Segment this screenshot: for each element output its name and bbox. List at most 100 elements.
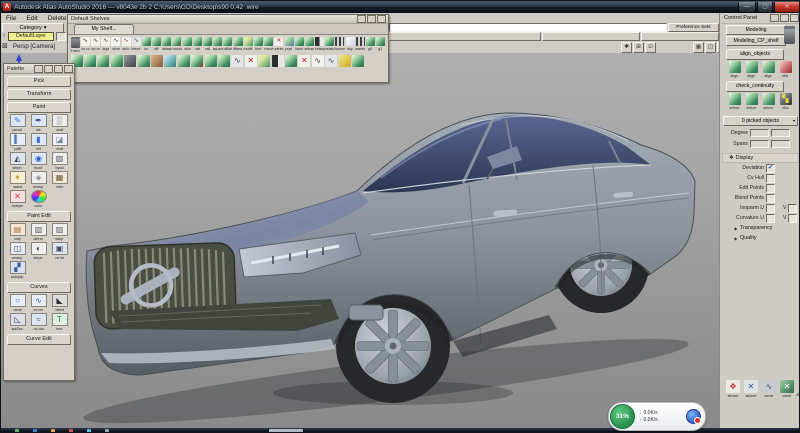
cp-shelf-dropdown[interactable]: Modeling_CP_shelf <box>726 36 786 46</box>
palette-tab-paint-edit[interactable]: Paint Edit <box>7 211 71 222</box>
display-section-header[interactable]: ❖ Display <box>722 153 799 163</box>
layer-scroll-left-icon[interactable]: ‹ <box>1 32 7 41</box>
field-input-degree-u[interactable] <box>750 129 769 137</box>
palette-tool-color[interactable]: color <box>28 190 49 209</box>
shelf-tool-off[interactable]: off <box>152 37 162 53</box>
taskbar-icon-0[interactable] <box>15 429 19 433</box>
shelf-tool-row2-1[interactable] <box>83 55 96 67</box>
shelf-tool-dupl[interactable]: ∿dupl <box>101 37 111 53</box>
viewport-window-icon[interactable]: ⊠ <box>2 43 8 51</box>
viewport-toolbar-button-2[interactable]: ⊡ <box>645 42 656 53</box>
downloader-icon[interactable] <box>686 409 701 424</box>
palette-tool-shrpn[interactable]: ◭shrpn <box>7 152 28 171</box>
shelf-tool-row2-19[interactable]: ∿ <box>324 55 337 67</box>
cp-bottom-tool-csedt[interactable]: ✕csedt <box>778 380 796 398</box>
shelf-tool-srfcsn[interactable]: srfcsn <box>304 37 314 53</box>
checkbox-deviation[interactable]: ✔ <box>766 164 775 173</box>
shelf-tool-row2-12[interactable]: ∿ <box>231 55 244 67</box>
control-panel-title-bar[interactable]: Control Panel <box>722 13 799 24</box>
cp-tool-srfcon[interactable]: srfcon <box>760 93 777 110</box>
cp-bottom-tool-curve[interactable]: ∿curve <box>760 380 778 398</box>
shelf-tool-skin[interactable]: skin <box>182 37 192 53</box>
palette-tool-imshp[interactable]: ◈imshp <box>28 171 49 190</box>
taskbar-icon-2[interactable] <box>51 429 55 433</box>
minimize-button[interactable]: — <box>738 2 756 13</box>
cp-tool-align[interactable]: align <box>726 61 743 78</box>
shelf-tool-sfcrv[interactable]: ∿sfcrv <box>111 37 121 53</box>
cp-tool-srfcon[interactable]: srfcon <box>743 93 760 110</box>
palette-tool-bysol[interactable]: ▨bysol <box>49 152 70 171</box>
shelf-tool-row2-20[interactable] <box>338 55 351 67</box>
palette-tool-autopsp[interactable]: ▞autopsp <box>7 261 28 280</box>
shelf-tool-row2-5[interactable] <box>137 55 150 67</box>
viewport-toolbar-button-0[interactable]: ✱ <box>621 42 632 53</box>
tab-align-objects[interactable]: align_objects <box>726 49 784 60</box>
field-input-spans-v[interactable] <box>771 140 790 148</box>
layer-chip-defaultlayer[interactable]: DefaultLayer <box>8 32 54 41</box>
shelf-tool-rail[interactable]: rail <box>202 37 212 53</box>
palette-button[interactable] <box>64 65 73 73</box>
shelf-tool-row2-10[interactable] <box>204 55 217 67</box>
palette-tool-blend[interactable]: ◣blend <box>49 294 70 313</box>
shelf-tool-row2-4[interactable] <box>124 55 137 67</box>
palette-tool-txtrn[interactable]: ▦txtrn <box>49 171 70 190</box>
subsection-quality[interactable]: ◆Quality <box>722 233 799 243</box>
viewport-canvas[interactable] <box>1 53 719 428</box>
control-panel-button[interactable] <box>780 14 789 22</box>
shelf-tool-horver[interactable]: horver <box>335 37 345 53</box>
checkbox-curvature-u-v[interactable] <box>788 214 797 223</box>
palette-button[interactable] <box>44 65 53 73</box>
field-input-spans-u[interactable] <box>750 140 769 148</box>
prompt-input[interactable] <box>389 23 667 32</box>
palette-tool-arsft[interactable]: ▒arsft <box>49 114 70 133</box>
palette-tool-pencil[interactable]: ✎pencil <box>7 114 28 133</box>
checkbox-edit-points[interactable] <box>766 184 775 193</box>
palette-tool-cv-crv[interactable]: ∿cv crv <box>28 294 49 313</box>
taskbar-icon-3[interactable] <box>69 429 73 433</box>
preference-sets-button[interactable]: Preference Sets <box>668 23 719 32</box>
shelf-tool-rail[interactable]: rail <box>192 37 202 53</box>
shelf-tool-row2-9[interactable] <box>191 55 204 67</box>
shelf-tool-sky[interactable]: sky <box>345 37 355 53</box>
control-panel-button[interactable] <box>770 14 779 22</box>
checkbox-blend-points[interactable] <box>766 194 775 203</box>
cp-tool-align[interactable]: align <box>743 61 760 78</box>
menu-file[interactable]: File <box>6 15 16 22</box>
palette-tab-transform[interactable]: Transform <box>7 89 71 100</box>
shelf-tool-row2-3[interactable] <box>110 55 123 67</box>
trash-icon[interactable] <box>784 26 795 44</box>
shelves-maximize-button[interactable] <box>367 15 376 23</box>
shelf-tool-ep-cv[interactable]: ∿ep cv <box>90 37 100 53</box>
palette-tab-pick[interactable]: Pick <box>7 76 71 87</box>
shelves-close-button[interactable] <box>377 15 386 23</box>
palette-tab-paint[interactable]: Paint <box>7 102 71 113</box>
palette-tool-shrpn[interactable]: ◐shrpn <box>28 242 49 261</box>
shelf-tool-blend[interactable]: ∿blend <box>131 37 141 53</box>
close-button[interactable]: ✕ <box>774 2 800 13</box>
shelf-tool-square[interactable]: square <box>213 37 223 53</box>
palette-tab-curves[interactable]: Curves <box>7 282 71 293</box>
shelf-tool-g1[interactable]: g1 <box>376 37 386 53</box>
shelf-tool-g0[interactable]: g0 <box>365 37 375 53</box>
shelf-tool-trim[interactable]: trim <box>253 37 263 53</box>
shelf-tool-row2-6[interactable] <box>150 55 163 67</box>
palette-tool-defrm[interactable]: ▧defrm <box>28 223 49 242</box>
shelf-tool-row2-14[interactable] <box>257 55 270 67</box>
palette-tool-rw-im[interactable]: ▣rw im <box>49 242 70 261</box>
shelf-tool-trmcvt[interactable]: trmcvt <box>264 37 274 53</box>
palette-tool-pdift[interactable]: ▍pdift <box>7 133 28 152</box>
palette-tool-cmanp[interactable]: ◫cmanp <box>7 242 28 261</box>
shelf-tool-row2-16[interactable] <box>284 55 297 67</box>
palette-tool-kptsec[interactable]: ◺kptSec <box>7 313 28 332</box>
palette-tab-curve-edit[interactable]: Curve Edit <box>7 334 71 345</box>
shelf-tool-untrim[interactable]: ✕untrim <box>274 37 284 53</box>
shelf-tool-row2-7[interactable] <box>164 55 177 67</box>
shelf-tool-row2-13[interactable]: ✕ <box>244 55 257 67</box>
shelf-tool-shdsnp[interactable]: shdsnp <box>315 37 325 53</box>
shelf-tool-un[interactable]: un <box>141 37 151 53</box>
tab-my-shelf[interactable]: My Shelf... <box>74 24 134 34</box>
shelf-tool-stch[interactable]: ∿stch <box>121 37 131 53</box>
shelf-tool-fflbnd[interactable]: fflbnd <box>233 37 243 53</box>
modeling-dropdown[interactable]: Modeling <box>726 25 786 35</box>
shelf-tool-row2-17[interactable]: ✕ <box>298 55 311 67</box>
